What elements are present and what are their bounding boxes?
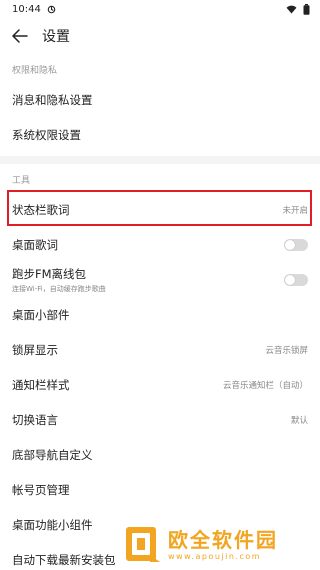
row-value: 默认 (290, 415, 308, 426)
desktop-widget-item[interactable]: 桌面小部件 (0, 297, 320, 332)
running-fm-offline-item[interactable]: 跑步FM离线包 连接Wi-Fi，自动缓存跑步歌曲 (0, 262, 320, 297)
section-divider (0, 156, 320, 164)
row-label: 帐号页管理 (12, 482, 70, 497)
row-label: 消息和隐私设置 (12, 92, 93, 107)
row-subtitle: 连接Wi-Fi，自动缓存跑步歌曲 (12, 284, 106, 293)
watermark-logo-icon (124, 524, 162, 564)
row-label: 桌面功能小组件 (12, 517, 93, 532)
back-button[interactable] (10, 26, 30, 46)
row-label: 锁屏显示 (12, 342, 58, 357)
toggle-knob (285, 274, 295, 285)
row-value: 未开启 (282, 205, 308, 216)
message-privacy-settings-item[interactable]: 消息和隐私设置 (0, 82, 320, 117)
toggle-knob (285, 239, 295, 250)
row-label: 状态栏歌词 (12, 202, 70, 217)
account-page-manage-item[interactable]: 帐号页管理 (0, 472, 320, 507)
row-label: 系统权限设置 (12, 127, 81, 142)
watermark: 欧全软件园 www.apoujin.com (122, 518, 320, 570)
row-value: 云音乐锁屏 (265, 345, 308, 356)
sync-status-icon (47, 5, 56, 13)
row-value: 云音乐通知栏（自动） (222, 380, 308, 391)
bottom-nav-customize-item[interactable]: 底部导航自定义 (0, 437, 320, 472)
switch-language-item[interactable]: 切换语言 默认 (0, 402, 320, 437)
lock-screen-display-item[interactable]: 锁屏显示 云音乐锁屏 (0, 332, 320, 367)
section-title-privacy: 权限和隐私 (12, 66, 58, 76)
running-fm-toggle[interactable] (284, 273, 308, 286)
status-bar-lyrics-item[interactable]: 状态栏歌词 未开启 (0, 192, 320, 227)
row-label: 通知栏样式 (12, 377, 70, 392)
system-permission-settings-item[interactable]: 系统权限设置 (0, 117, 320, 152)
wifi-icon (286, 5, 297, 14)
battery-icon (303, 3, 310, 15)
desktop-lyrics-toggle[interactable] (284, 238, 308, 251)
arrow-left-icon (12, 29, 28, 43)
header: 设置 (0, 18, 320, 54)
row-label: 切换语言 (12, 412, 58, 427)
watermark-title: 欧全软件园 (168, 527, 278, 552)
row-label: 自动下载最新安装包 (12, 552, 116, 567)
notification-style-item[interactable]: 通知栏样式 云音乐通知栏（自动） (0, 367, 320, 402)
section-title-tools: 工具 (12, 176, 31, 186)
row-label: 跑步FM离线包 (12, 266, 87, 281)
watermark-url: www.apoujin.com (168, 551, 262, 561)
status-time: 10:44 (12, 3, 41, 15)
row-label: 桌面小部件 (12, 307, 70, 322)
row-label: 底部导航自定义 (12, 447, 93, 462)
page-title: 设置 (42, 29, 70, 45)
desktop-lyrics-item[interactable]: 桌面歌词 (0, 227, 320, 262)
status-bar: 10:44 (0, 0, 320, 18)
row-label: 桌面歌词 (12, 237, 58, 252)
